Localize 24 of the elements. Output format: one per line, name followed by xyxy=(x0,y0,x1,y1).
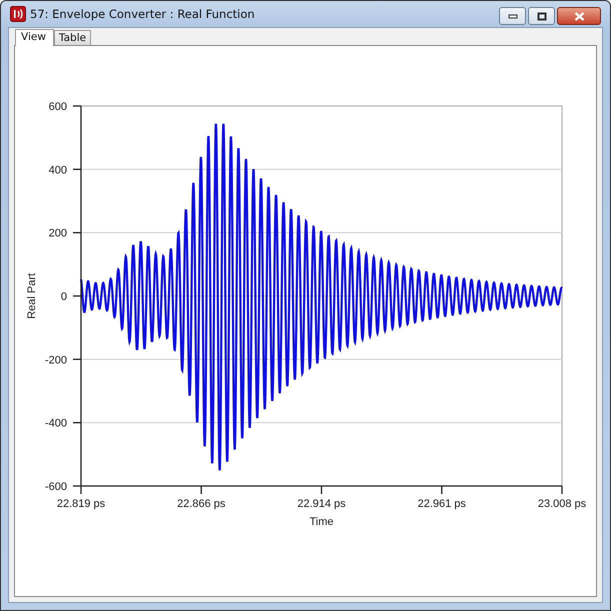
app-icon xyxy=(10,6,26,22)
y-tick-label: 0 xyxy=(60,291,67,303)
y-tick-label: 200 xyxy=(48,228,67,240)
y-tick-label: 600 xyxy=(48,101,67,113)
y-axis-title: Real Part xyxy=(26,273,38,319)
x-tick-label: 22.866 ps xyxy=(177,498,226,510)
x-axis-title: Time xyxy=(309,516,334,528)
y-tick-label: -400 xyxy=(44,418,67,430)
close-icon xyxy=(574,12,584,20)
maximize-icon xyxy=(536,12,546,20)
window-title: 57: Envelope Converter : Real Function xyxy=(30,7,256,21)
x-tick-label: 23.008 ps xyxy=(538,498,586,510)
x-tick-label: 22.961 ps xyxy=(418,498,466,510)
y-tick-label: 400 xyxy=(48,164,67,176)
minimize-button[interactable] xyxy=(499,7,526,25)
y-tick-label: -200 xyxy=(44,354,67,366)
x-tick-label: 22.819 ps xyxy=(56,498,106,510)
maximize-button[interactable] xyxy=(528,7,555,25)
tab[interactable]: View xyxy=(15,29,54,46)
minimize-icon xyxy=(508,13,518,19)
close-button[interactable] xyxy=(557,7,601,25)
y-tick-label: -600 xyxy=(44,481,67,493)
x-tick-label: 22.914 ps xyxy=(297,498,346,510)
tab[interactable]: Table xyxy=(54,30,92,45)
